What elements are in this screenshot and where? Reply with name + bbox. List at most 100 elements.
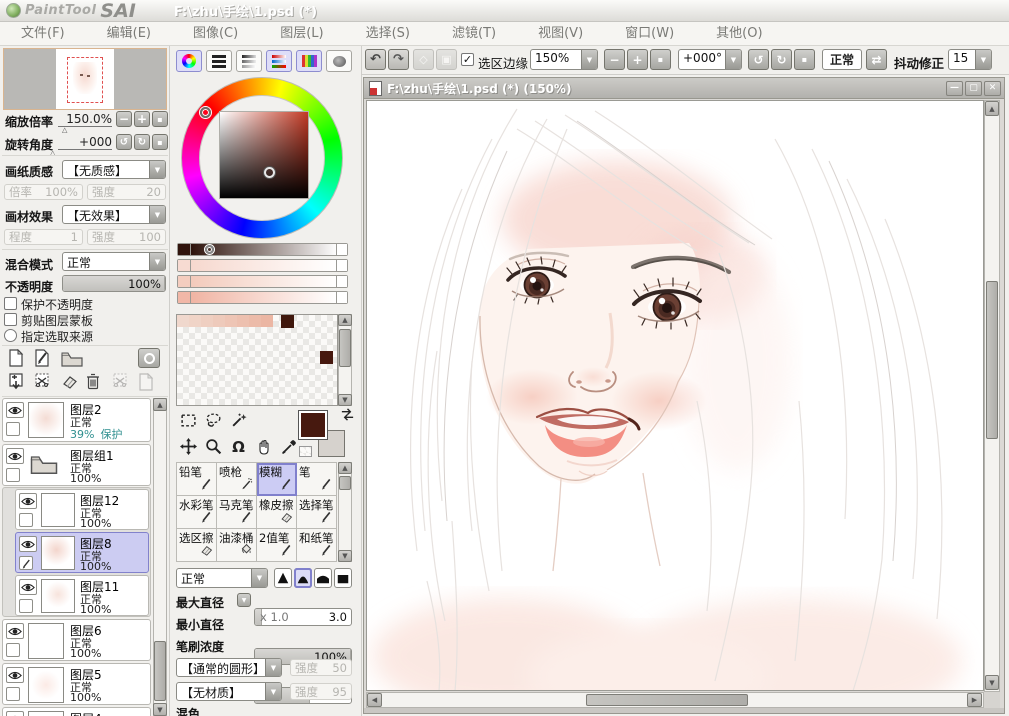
tool-binary-pen[interactable]: 2值笔 [257,529,297,562]
scroll-right-arrow[interactable]: ▶ [967,693,982,707]
scroll-down-arrow[interactable]: ▼ [338,550,352,562]
mix-swatch[interactable] [178,292,191,303]
layer-row[interactable]: 图层5 正常 100% [2,663,151,705]
hand-tool[interactable] [253,436,274,457]
brush-edge-soft-button-selected[interactable] [294,568,312,588]
tool-airbrush[interactable]: 喷枪 [217,463,257,496]
paper-effect-dropdown[interactable]: 【无效果】 ▼ [62,205,166,224]
visibility-toggle[interactable] [6,402,24,418]
navigator-preview[interactable] [3,48,167,110]
layer-row-selected[interactable]: 图层8 正常 100% [15,532,149,573]
swatch[interactable] [213,315,225,327]
chevron-down-icon[interactable]: ▼ [149,161,165,178]
swatch-palette[interactable] [176,314,338,406]
swatch[interactable] [201,315,213,327]
layer-group-row[interactable]: 图层组1 正常 100% [2,444,151,486]
max-diameter-slider[interactable]: x 1.0 3.0 [254,608,352,626]
visibility-toggle[interactable] [19,493,37,509]
chevron-down-icon[interactable]: ▼ [149,206,165,223]
layer-row[interactable]: 图层11 正常 100% [15,575,149,616]
magic-wand-tool[interactable] [228,410,249,431]
chevron-down-icon[interactable]: ▼ [265,683,281,700]
color-wheel-tab[interactable] [176,50,202,72]
layer-mask-button[interactable] [138,348,160,368]
scroll-down-arrow[interactable]: ▼ [985,675,999,690]
menu-view[interactable]: 视图(V) [517,22,604,45]
swatch[interactable] [261,315,273,327]
color-sliders-tab[interactable] [266,50,292,72]
undo-button[interactable]: ↶ [365,49,386,70]
chevron-down-icon[interactable]: ▼ [581,50,597,69]
visibility-toggle[interactable] [19,536,37,552]
transfer-layer-down-button[interactable] [8,373,26,393]
scroll-up-arrow[interactable]: ▲ [985,101,999,116]
tool-paper-pen[interactable]: 和纸笔 [297,529,337,562]
layer-thumbnail[interactable] [28,623,64,659]
scrollbar-thumb[interactable] [339,329,351,367]
saturation-value-square[interactable] [219,111,309,199]
tool-marker[interactable]: 马克笔 [217,496,257,529]
scrollbar-thumb[interactable] [339,476,351,490]
clear-layer-button[interactable] [60,375,80,391]
layer-pen-flag[interactable] [19,556,33,570]
menu-image[interactable]: 图像(C) [172,22,259,45]
visibility-toggle[interactable] [6,667,24,683]
hsv-bars-tab[interactable] [236,50,262,72]
jitter-correction-dropdown[interactable]: 15 ▼ [948,49,992,70]
foreground-color-swatch[interactable] [299,411,327,439]
scroll-down-arrow[interactable]: ▼ [338,394,352,406]
document-title-bar[interactable]: F:\zhu\手绘\1.psd (*) (150%) — ▢ ✕ [364,78,1004,99]
rectangle-select-tool[interactable] [178,410,199,431]
nav-rotate-ccw-button[interactable]: ↺ [116,134,132,150]
nav-zoom-slider-handle[interactable]: △ [62,126,67,134]
nav-zoom-out-button[interactable]: − [116,111,132,127]
scroll-up-arrow[interactable]: ▲ [153,398,167,411]
tool-select-eraser[interactable]: 选区擦 [177,529,217,562]
title-bar[interactable]: PaintTool SAI F:\zhu\手绘\1.psd (*) [0,0,1009,22]
layer-checkbox[interactable] [6,643,20,657]
menu-other[interactable]: 其他(O) [695,22,783,45]
rotate-cw-button[interactable]: ↻ [771,49,792,70]
layer-thumbnail[interactable] [41,536,75,570]
menu-select[interactable]: 选择(S) [345,22,431,45]
new-layer-button[interactable] [8,349,26,369]
visibility-toggle[interactable] [6,623,24,639]
vscrollbar-thumb[interactable] [986,281,998,439]
document-restore-button[interactable]: ▢ [965,80,982,96]
layer-checkbox[interactable] [6,422,20,436]
layer-thumbnail[interactable] [41,579,75,613]
swatch[interactable] [225,315,237,327]
rgb-bars-tab[interactable] [206,50,232,72]
swap-colors-icon[interactable] [340,407,355,422]
layer-row[interactable]: 图层2 正常 39% 保护 [2,398,151,442]
mix-gradient[interactable] [191,276,336,287]
zoom-reset-button[interactable]: ▪ [650,49,671,70]
document-close-button[interactable]: ✕ [984,80,1001,96]
nav-rotate-value[interactable]: +000 [58,135,112,150]
new-layer-group-button[interactable] [60,350,84,368]
brush-texture-dropdown[interactable]: 【无材质】 ▼ [176,682,282,701]
blend-mode-dropdown[interactable]: 正常 ▼ [62,252,166,271]
tool-pen[interactable]: 笔 [297,463,337,496]
visibility-toggle[interactable] [6,448,24,464]
chevron-down-icon[interactable]: ▼ [149,253,165,270]
layer-checkbox[interactable] [19,599,33,613]
swatch[interactable] [237,315,249,327]
hscrollbar-thumb[interactable] [586,694,748,706]
mix-gradient[interactable] [191,260,336,271]
color-mix-slider-3[interactable] [177,275,348,288]
brush-blend-dropdown[interactable]: 正常 ▼ [176,568,268,588]
opacity-slider[interactable]: 100% [62,275,166,292]
layer-checkbox[interactable] [6,468,20,482]
clipping-mask-checkbox[interactable] [4,313,17,326]
visibility-toggle[interactable] [19,579,37,595]
document-minimize-button[interactable]: — [946,80,963,96]
layer-row[interactable]: 图层12 正常 100% [15,489,149,530]
flip-view-button[interactable]: ⇄ [866,49,887,70]
tool-eraser[interactable]: 橡皮擦 [257,496,297,529]
layer-thumbnail[interactable] [28,667,64,703]
max-diameter-unit-button[interactable]: ▼ [237,593,251,607]
transparent-color-chip[interactable] [299,446,312,457]
menu-layer[interactable]: 图层(L) [259,22,344,45]
swatch[interactable] [177,315,189,327]
